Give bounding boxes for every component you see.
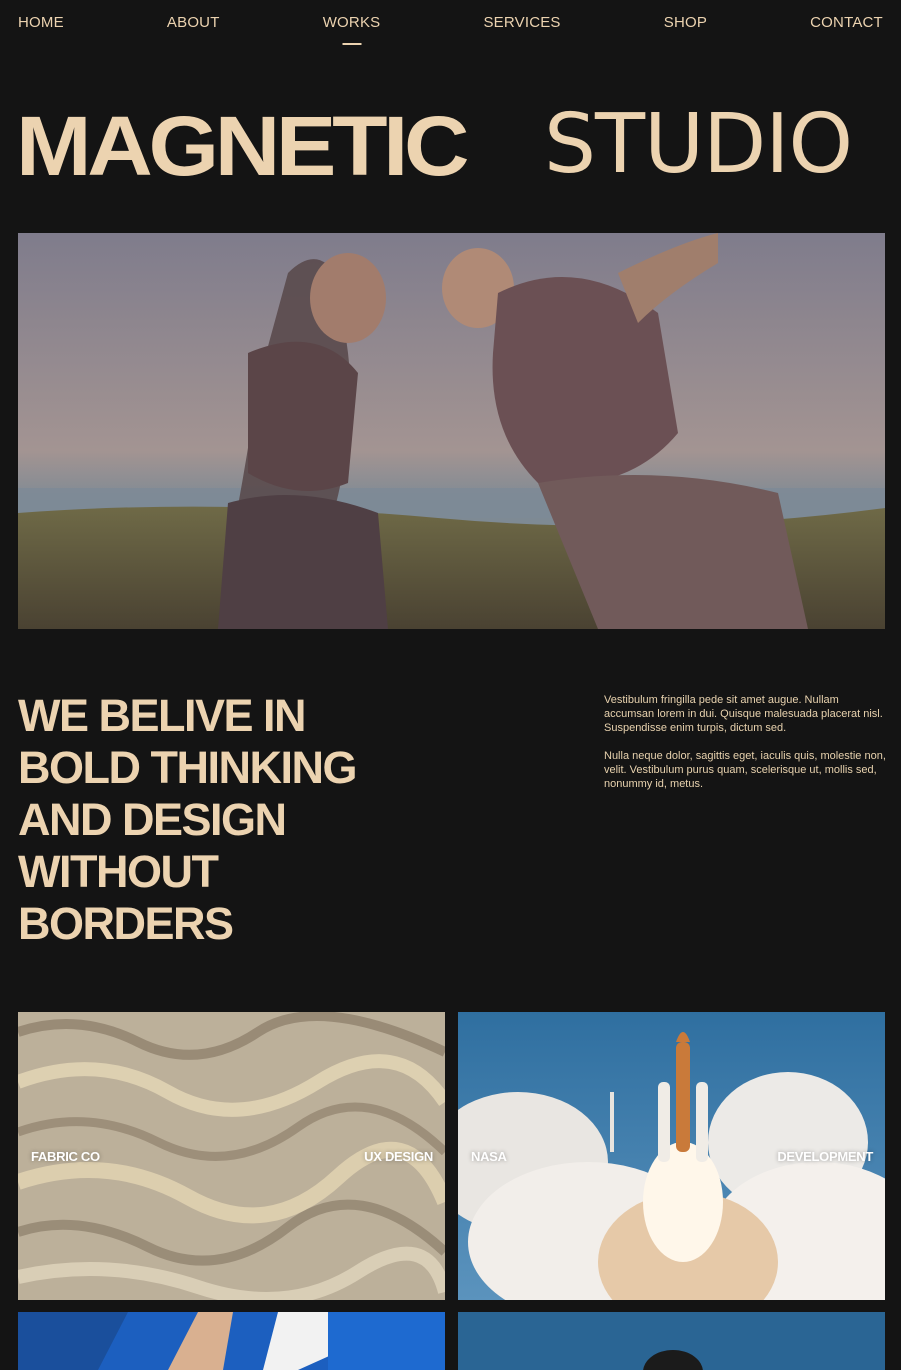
nav-about[interactable]: ABOUT [167, 14, 220, 48]
nav-services[interactable]: SERVICES [483, 14, 560, 48]
work-category: DEVELOPMENT [777, 1149, 873, 1164]
hero-title-light: STUDIO [544, 97, 853, 192]
nav-contact[interactable]: CONTACT [810, 14, 883, 48]
tagline-line: AND DESIGN [18, 794, 287, 845]
portrait-image [458, 1312, 885, 1370]
hero-photo-dancers [18, 233, 885, 629]
tagline-line: BOLD THINKING [18, 742, 357, 793]
nav-home[interactable]: HOME [18, 14, 64, 48]
tagline-line: BORDERS [18, 898, 234, 949]
nav-works-label: WORKS [322, 14, 381, 31]
work-card-nasa[interactable]: NASA DEVELOPMENT [458, 1012, 885, 1300]
work-client: NASA [471, 1149, 507, 1164]
intro-paragraph: Vestibulum fringilla pede sit amet augue… [604, 694, 883, 734]
tagline-line: WE BELIVE IN [18, 690, 307, 741]
work-category: UX DESIGN [364, 1149, 433, 1164]
hero-image [18, 233, 885, 629]
sneaker-image [18, 1312, 445, 1370]
intro-text: Vestibulum fringilla pede sit amet augue… [604, 693, 886, 791]
work-card-partial[interactable] [458, 1312, 885, 1370]
work-client: FABRIC CO [31, 1149, 100, 1164]
active-nav-indicator [342, 43, 362, 45]
nav-shop[interactable]: SHOP [664, 14, 707, 48]
tagline: WE BELIVE IN BOLD THINKING AND DESIGN WI… [18, 690, 438, 950]
work-card-partial[interactable] [18, 1312, 445, 1370]
hero-title: MAGNETIC STUDIO [16, 104, 853, 189]
nav-works[interactable]: WORKS [323, 14, 381, 48]
main-nav: HOME ABOUT WORKS SERVICES SHOP CONTACT [18, 14, 883, 48]
tagline-line: WITHOUT [18, 846, 219, 897]
hero-title-bold: MAGNETIC [16, 99, 470, 193]
work-card-fabric-co[interactable]: FABRIC CO UX DESIGN [18, 1012, 445, 1300]
intro-paragraph: Nulla neque dolor, sagittis eget, iaculi… [604, 750, 886, 790]
